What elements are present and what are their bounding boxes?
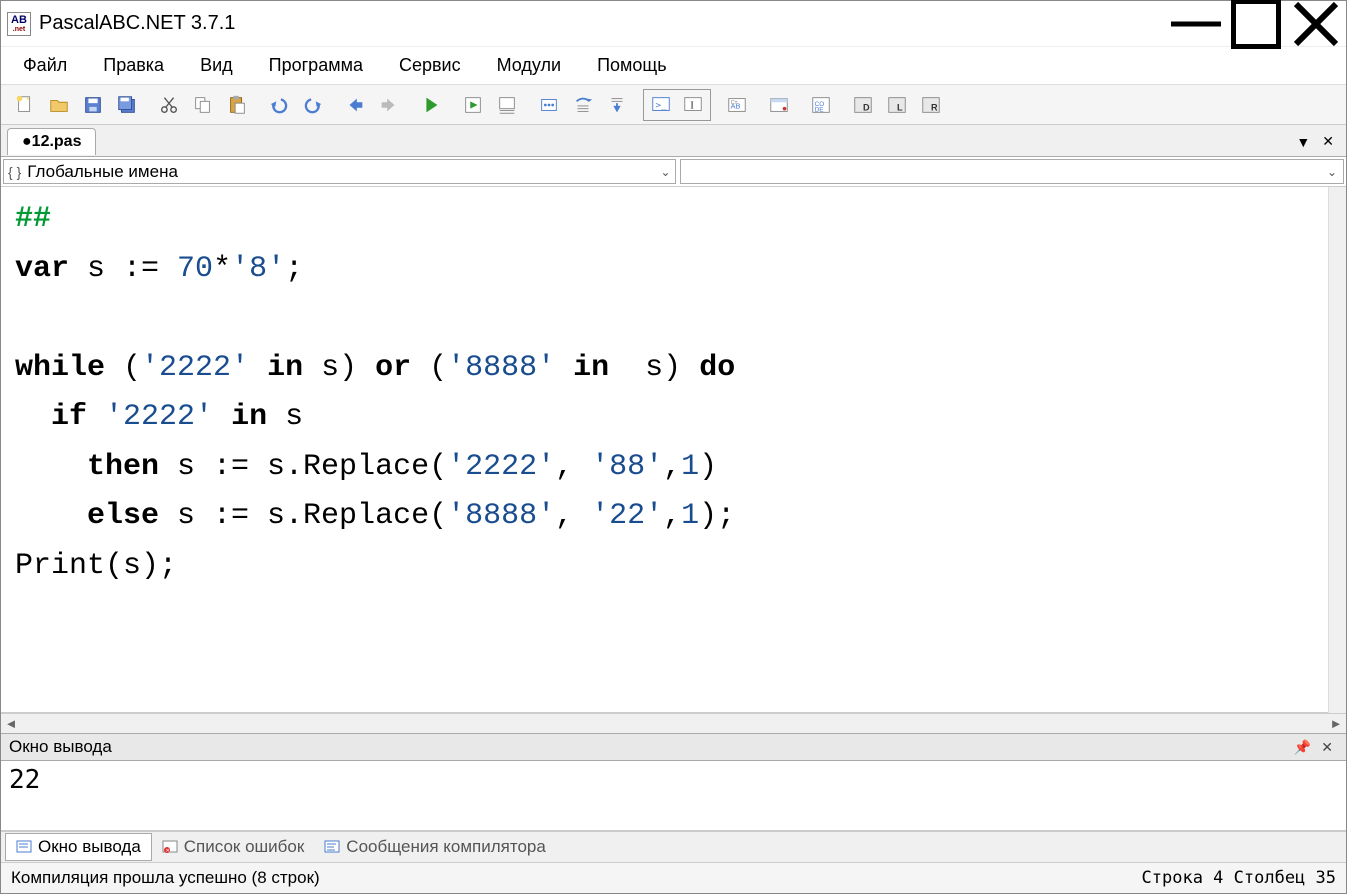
output-panel-body[interactable]: 22: [1, 761, 1346, 831]
bottom-tab-output[interactable]: Окно вывода: [5, 833, 152, 861]
menu-program[interactable]: Программа: [253, 51, 379, 80]
editor-vscrollbar[interactable]: [1328, 187, 1346, 713]
text-cursor-button[interactable]: I: [677, 91, 709, 119]
run-no-debug-button[interactable]: [457, 91, 489, 119]
save-button[interactable]: [77, 91, 109, 119]
svg-text:DE: DE: [815, 106, 824, 113]
member-dropdown[interactable]: ⌄: [680, 159, 1345, 184]
bottom-tab-compiler[interactable]: Сообщения компилятора: [314, 834, 556, 860]
toolbar: >_ I ABC± CODE D L R: [1, 85, 1346, 125]
code-editor[interactable]: ## var s := 70*'8'; while ('2222' in s) …: [1, 187, 1346, 713]
paste-button[interactable]: [221, 91, 253, 119]
bottom-tabbar: Окно вывода ✕ Список ошибок Сообщения ко…: [1, 831, 1346, 863]
statusbar: Компиляция прошла успешно (8 строк) Стро…: [1, 863, 1346, 893]
svg-text:✕: ✕: [165, 848, 169, 854]
pin-icon[interactable]: 📌: [1289, 739, 1316, 756]
output-icon: [16, 839, 32, 855]
menu-modules[interactable]: Модули: [481, 51, 577, 80]
file-tab-active[interactable]: ●12.pas: [7, 128, 96, 155]
redo-button[interactable]: [297, 91, 329, 119]
scope-label: Глобальные имена: [27, 162, 660, 182]
chevron-down-icon: ⌄: [660, 165, 670, 179]
file-tabbar: ●12.pas ▼ ✕: [1, 125, 1346, 157]
save-all-button[interactable]: [111, 91, 143, 119]
panel-close-icon[interactable]: ✕: [1316, 739, 1338, 756]
status-cursor-pos: Строка 4 Столбец 35: [1142, 868, 1336, 888]
code-button[interactable]: CODE: [805, 91, 837, 119]
error-list-icon: ✕: [162, 839, 178, 855]
status-message: Компиляция прошла успешно (8 строк): [11, 868, 320, 888]
output-panel-header: Окно вывода 📌 ✕: [1, 733, 1346, 761]
svg-text:>_: >_: [656, 99, 668, 110]
step-out-button[interactable]: [601, 91, 633, 119]
editor-hscrollbar[interactable]: ◄ ►: [1, 713, 1346, 733]
run-button[interactable]: [415, 91, 447, 119]
code-navigator: { } Глобальные имена ⌄ ⌄: [1, 157, 1346, 187]
nav-back-button[interactable]: [339, 91, 371, 119]
tab-close-icon[interactable]: ✕: [1316, 133, 1340, 150]
maximize-button[interactable]: [1226, 1, 1286, 46]
design-l-button[interactable]: L: [881, 91, 913, 119]
svg-text:C±: C±: [731, 100, 738, 106]
svg-text:R: R: [931, 102, 938, 112]
compile-button[interactable]: [491, 91, 523, 119]
close-button[interactable]: [1286, 1, 1346, 46]
abc-button[interactable]: ABC±: [721, 91, 753, 119]
scope-dropdown[interactable]: { } Глобальные имена ⌄: [3, 159, 676, 184]
step-over-button[interactable]: [533, 91, 565, 119]
menu-file[interactable]: Файл: [7, 51, 83, 80]
new-file-button[interactable]: [9, 91, 41, 119]
menu-edit[interactable]: Правка: [87, 51, 180, 80]
terminal-button[interactable]: >_: [645, 91, 677, 119]
menu-help[interactable]: Помощь: [581, 51, 683, 80]
compiler-msg-icon: [324, 839, 340, 855]
menu-service[interactable]: Сервис: [383, 51, 477, 80]
design-r-button[interactable]: R: [915, 91, 947, 119]
svg-text:D: D: [863, 102, 870, 112]
svg-text:I: I: [690, 99, 694, 111]
form-button[interactable]: [763, 91, 795, 119]
window-title: PascalABC.NET 3.7.1: [39, 12, 1166, 35]
bottom-tab-errors[interactable]: ✕ Список ошибок: [152, 834, 315, 860]
menubar: Файл Правка Вид Программа Сервис Модули …: [1, 47, 1346, 85]
scroll-right-icon[interactable]: ►: [1326, 716, 1346, 731]
tab-dropdown-icon[interactable]: ▼: [1290, 134, 1316, 150]
app-icon: AB.net: [7, 12, 31, 36]
titlebar: AB.net PascalABC.NET 3.7.1: [1, 1, 1346, 47]
chevron-down-icon: ⌄: [1327, 165, 1337, 179]
design-d-button[interactable]: D: [847, 91, 879, 119]
braces-icon: { }: [8, 164, 21, 180]
open-file-button[interactable]: [43, 91, 75, 119]
step-into-button[interactable]: [567, 91, 599, 119]
minimize-button[interactable]: [1166, 1, 1226, 46]
menu-view[interactable]: Вид: [184, 51, 249, 80]
output-text: 22: [9, 765, 40, 795]
output-title-label: Окно вывода: [9, 737, 112, 757]
scroll-left-icon[interactable]: ◄: [1, 716, 21, 731]
nav-forward-button[interactable]: [373, 91, 405, 119]
copy-button[interactable]: [187, 91, 219, 119]
svg-text:L: L: [897, 102, 903, 112]
undo-button[interactable]: [263, 91, 295, 119]
cut-button[interactable]: [153, 91, 185, 119]
